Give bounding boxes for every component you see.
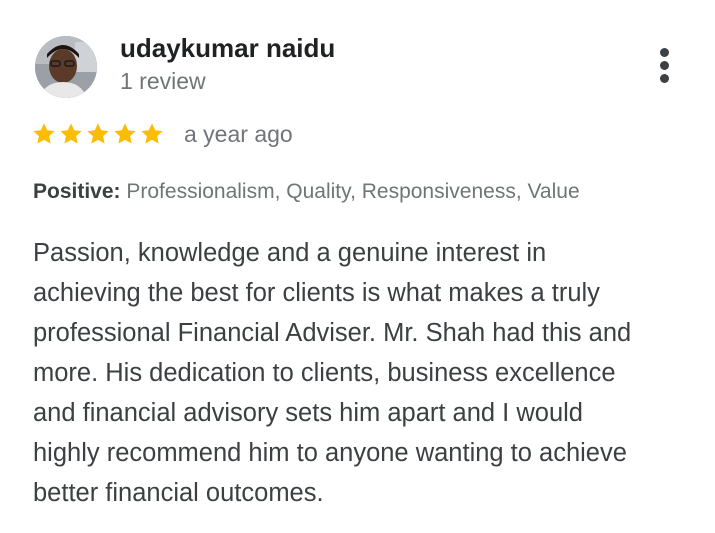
attributes-label: Positive: bbox=[33, 180, 127, 203]
review-date: a year ago bbox=[184, 121, 293, 147]
star-icon bbox=[112, 121, 138, 151]
avatar[interactable] bbox=[35, 36, 97, 98]
review-text: Passion, knowledge and a genuine interes… bbox=[33, 239, 632, 507]
more-options-button[interactable] bbox=[646, 44, 682, 88]
review-attributes: Positive: Professionalism, Quality, Resp… bbox=[33, 180, 580, 204]
profile-photo bbox=[35, 36, 97, 98]
author-name[interactable]: udaykumar naidu bbox=[120, 33, 335, 64]
review-count[interactable]: 1 review bbox=[120, 68, 206, 95]
star-icon bbox=[58, 121, 84, 151]
star-icon bbox=[85, 121, 111, 151]
attributes-values: Professionalism, Quality, Responsiveness… bbox=[126, 180, 580, 203]
star-icon bbox=[31, 121, 57, 151]
star-rating bbox=[31, 121, 165, 151]
star-icon bbox=[139, 121, 165, 151]
